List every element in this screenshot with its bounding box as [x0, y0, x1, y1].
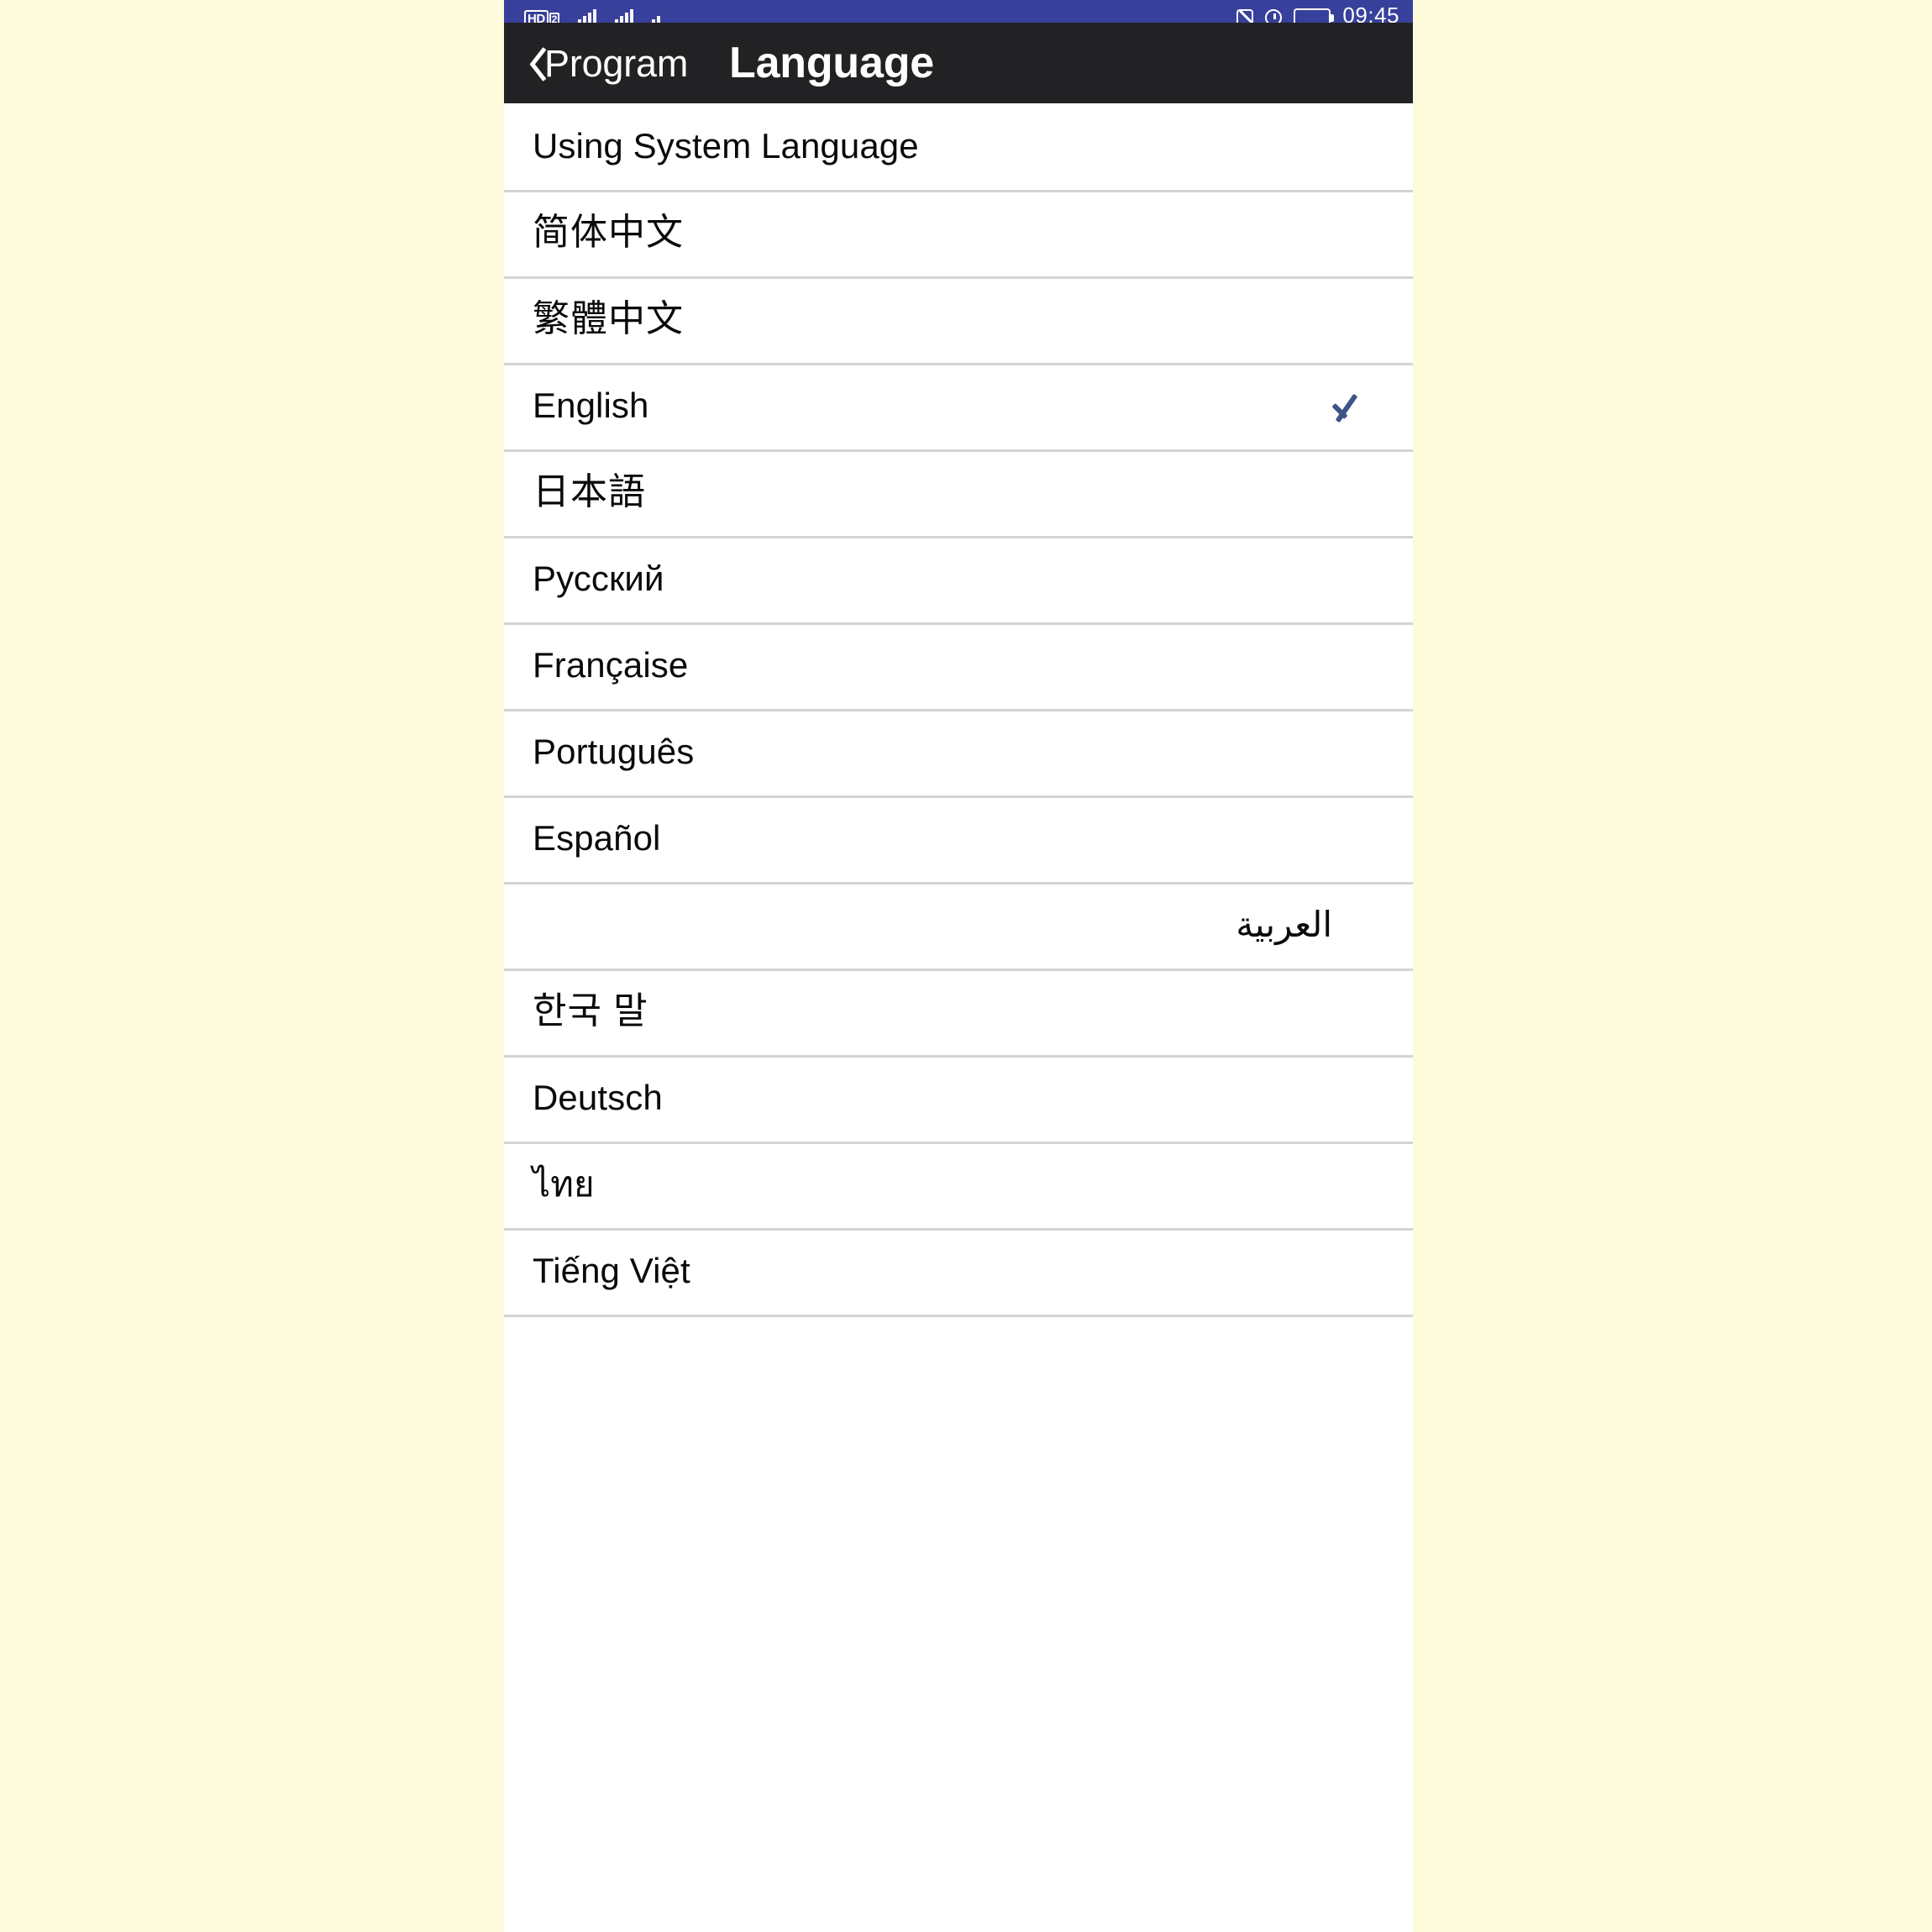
list-item-label: العربية — [1236, 905, 1332, 945]
checkmark-icon — [1332, 384, 1378, 429]
phone-screenshot: HD2 09:45 Program Language Using System — [504, 0, 1413, 1932]
hd-label: HD — [524, 10, 549, 23]
list-bottom-divider — [504, 1315, 1413, 1317]
list-item[interactable]: Español — [504, 795, 1413, 882]
list-item[interactable]: ไทย — [504, 1142, 1413, 1228]
hd-badge-icon: HD 2 — [524, 10, 559, 23]
hd-sub-label: 2 — [549, 12, 559, 23]
back-button-label: Program — [544, 41, 689, 85]
list-item-label: Using System Language — [533, 126, 919, 166]
navigation-bar: Program Language — [504, 23, 1413, 103]
status-bar: HD 2 09:45 — [504, 0, 1413, 23]
list-item[interactable]: Using System Language — [504, 103, 1413, 190]
list-item-label: Française — [533, 645, 689, 685]
list-item-label: Tiếng Việt — [533, 1251, 690, 1291]
status-bar-left-icons: HD 2 — [524, 0, 660, 23]
list-item[interactable]: 简体中文 — [504, 190, 1413, 276]
list-item[interactable]: 繁體中文 — [504, 276, 1413, 363]
alarm-clock-icon — [1265, 9, 1283, 23]
list-item-label: 日本語 — [533, 471, 646, 513]
status-bar-clock: 09:45 — [1342, 3, 1399, 23]
list-item-label: English — [533, 386, 649, 426]
list-item[interactable]: 한국 말 — [504, 969, 1413, 1055]
chevron-left-icon — [519, 44, 541, 82]
list-item-label: 한국 말 — [533, 990, 648, 1032]
battery-icon — [1294, 8, 1335, 23]
no-sound-icon — [1236, 9, 1254, 23]
list-item-label: Deutsch — [533, 1078, 663, 1118]
list-item-label: ไทย — [533, 1164, 595, 1205]
list-item-label: 简体中文 — [533, 212, 684, 254]
signal-bars-icon — [573, 9, 596, 23]
data-transfer-icon — [647, 9, 660, 23]
screen-root: HD2 09:45 Program Language Using System — [0, 0, 1932, 1932]
list-item[interactable]: English — [504, 363, 1413, 449]
page-title: Language — [729, 39, 934, 87]
status-bar-right-icons: 09:45 — [1236, 0, 1399, 23]
list-item[interactable]: Português — [504, 709, 1413, 795]
list-item-label: Português — [533, 732, 695, 772]
list-item-label: 繁體中文 — [533, 298, 684, 340]
list-item[interactable]: Tiếng Việt — [504, 1228, 1413, 1315]
list-item[interactable]: Française — [504, 622, 1413, 709]
list-item[interactable]: العربية — [504, 882, 1413, 969]
list-item-label: Español — [533, 818, 661, 858]
list-item[interactable]: Deutsch — [504, 1055, 1413, 1142]
list-item[interactable]: Русский — [504, 536, 1413, 622]
signal-bars-secondary-icon — [610, 9, 633, 23]
back-button[interactable]: Program — [519, 23, 696, 103]
language-list: Using System Language 简体中文繁體中文 English 日本語 Р… — [504, 103, 1413, 1315]
list-item[interactable]: 日本語 — [504, 449, 1413, 536]
list-item-label: Русский — [533, 559, 664, 599]
